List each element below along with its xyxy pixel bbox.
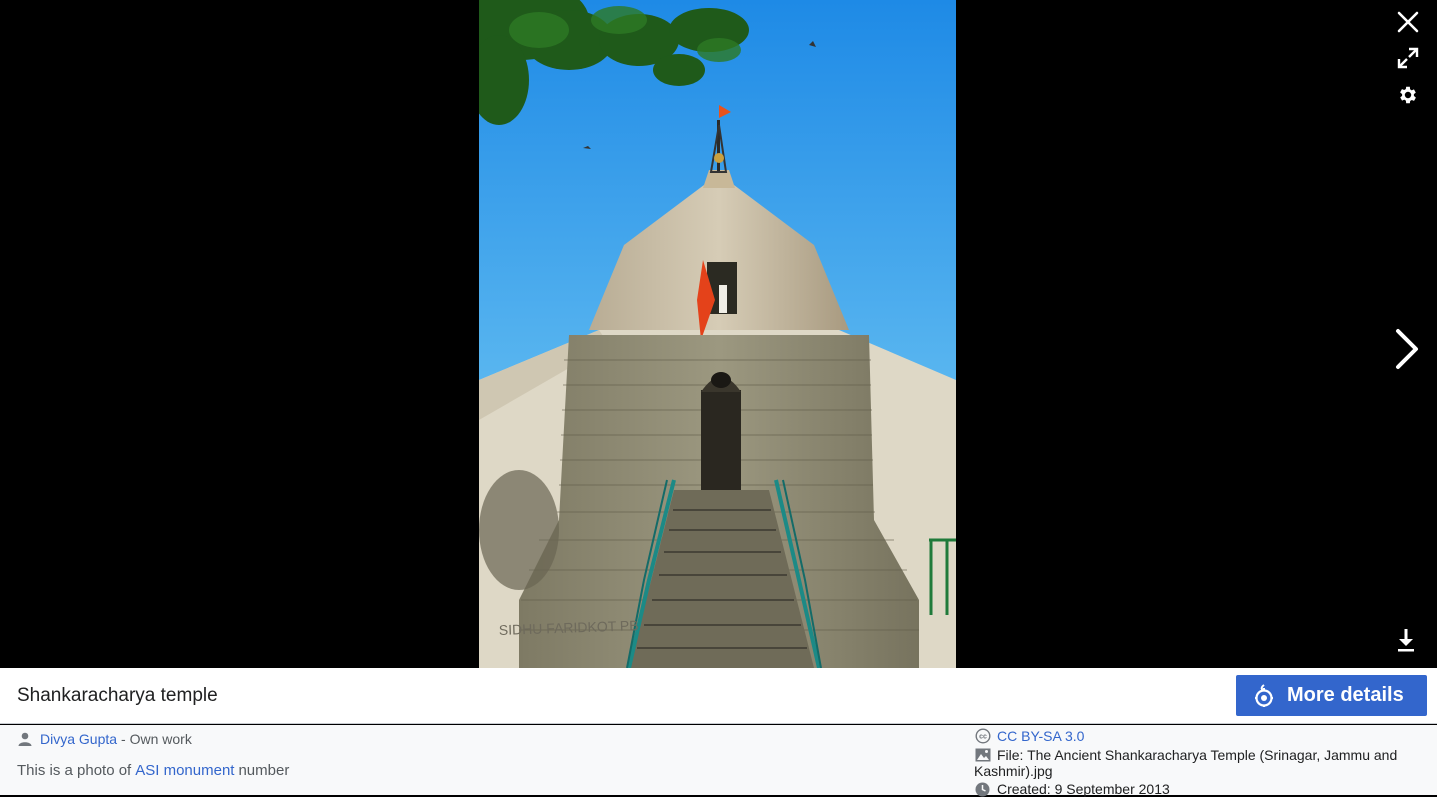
description-prefix: This is a photo of bbox=[17, 762, 132, 779]
license-row: cc CC BY-SA 3.0 bbox=[974, 728, 1414, 744]
fullscreen-icon bbox=[1397, 47, 1419, 69]
download-icon bbox=[1397, 628, 1415, 652]
gear-icon bbox=[1397, 84, 1419, 106]
cc-license-icon: cc bbox=[974, 728, 991, 744]
file-name: File: The Ancient Shankaracharya Temple … bbox=[974, 747, 1398, 779]
file-row: File: The Ancient Shankaracharya Temple … bbox=[974, 747, 1414, 779]
close-button[interactable] bbox=[1394, 8, 1422, 36]
license-link[interactable]: CC BY-SA 3.0 bbox=[997, 728, 1084, 744]
title-bar: Shankaracharya temple More details bbox=[0, 668, 1437, 724]
next-image-button[interactable] bbox=[1389, 324, 1423, 374]
media-viewer: SIDHU FARIDKOT PB bbox=[0, 0, 1437, 668]
more-details-button[interactable]: More details bbox=[1236, 675, 1427, 716]
description-suffix: number bbox=[238, 762, 290, 779]
image-title: Shankaracharya temple bbox=[17, 685, 218, 706]
asi-monument-link[interactable]: ASI monument bbox=[135, 762, 234, 779]
author-suffix: - Own work bbox=[121, 731, 192, 747]
settings-button[interactable] bbox=[1394, 81, 1422, 109]
user-icon bbox=[18, 732, 32, 746]
file-info: cc CC BY-SA 3.0 File: The Ancient Shanka… bbox=[974, 725, 1414, 797]
svg-text:cc: cc bbox=[979, 734, 987, 741]
close-icon bbox=[1397, 11, 1419, 33]
chevron-right-icon bbox=[1392, 327, 1420, 371]
metadata-panel: Divya Gupta - Own work This is a photo o… bbox=[0, 725, 1437, 797]
more-details-label: More details bbox=[1287, 684, 1404, 706]
author-link[interactable]: Divya Gupta bbox=[40, 731, 117, 747]
description-line: This is a photo of ASI monument number bbox=[17, 762, 289, 779]
temple-photo: SIDHU FARIDKOT PB bbox=[479, 0, 956, 668]
fullscreen-button[interactable] bbox=[1394, 44, 1422, 72]
author-line: Divya Gupta - Own work bbox=[18, 731, 192, 747]
commons-icon bbox=[1252, 683, 1276, 708]
download-button[interactable] bbox=[1393, 624, 1419, 656]
